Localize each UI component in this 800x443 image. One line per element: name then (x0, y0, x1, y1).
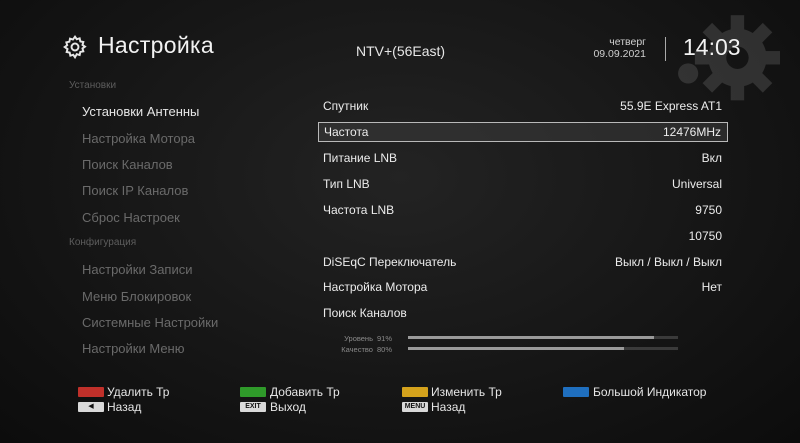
exit-label[interactable]: Выход (270, 400, 306, 414)
sidebar-item-system[interactable]: Системные Настройки (82, 315, 218, 330)
section-header-install: Установки (69, 80, 117, 91)
signal-quality-fill (408, 347, 624, 350)
header-divider (665, 37, 666, 61)
sidebar-item-recording[interactable]: Настройки Записи (82, 262, 193, 277)
signal-level-percent: 91% (376, 334, 392, 343)
edit-tp-label[interactable]: Изменить Тр (431, 385, 502, 399)
sidebar-item-channel-search[interactable]: Поиск Каналов (82, 157, 173, 172)
setting-label: Частота LNB (323, 203, 395, 217)
setting-value: 12476MHz (662, 125, 721, 139)
green-key-icon[interactable] (240, 387, 266, 397)
gear-icon (63, 35, 87, 60)
setting-row-motor[interactable]: Настройка Мотора Нет (318, 278, 728, 298)
setting-row-lnb-type[interactable]: Тип LNB Universal (318, 175, 728, 195)
section-header-config: Конфигурация (69, 237, 137, 248)
setting-value: 9750 (695, 203, 722, 217)
clock: 14:03 (683, 34, 741, 60)
setting-label: DiSEqC Переключатель (323, 255, 457, 269)
red-key-icon[interactable] (78, 387, 104, 397)
setting-label: Тип LNB (323, 177, 370, 191)
sidebar-item-antenna[interactable]: Установки Антенны (82, 104, 199, 119)
setting-value: 10750 (688, 229, 722, 243)
channel-name: NTV+(56East) (356, 43, 446, 59)
setting-label: Настройка Мотора (323, 280, 428, 294)
setting-row-diseqc[interactable]: DiSEqC Переключатель Выкл / Выкл / Выкл (318, 253, 728, 273)
setting-label: Питание LNB (323, 151, 398, 165)
setting-label: Поиск Каналов (323, 306, 407, 320)
sidebar-item-parental-lock[interactable]: Меню Блокировок (82, 289, 191, 304)
menu-back-label[interactable]: Назад (431, 400, 465, 414)
setting-row-lnb-frequency-high[interactable]: 10750 (318, 227, 728, 247)
blue-key-icon[interactable] (563, 387, 589, 397)
sidebar-item-motor[interactable]: Настройка Мотора (82, 131, 195, 146)
menu-key-icon[interactable]: MENU (402, 402, 428, 412)
setting-value: 55.9E Express AT1 (620, 99, 722, 113)
add-tp-label[interactable]: Добавить Тр (270, 385, 340, 399)
sidebar-item-ip-search[interactable]: Поиск IP Каналов (82, 183, 188, 198)
back-label[interactable]: Назад (107, 400, 141, 414)
page-title: Настройка (98, 32, 214, 58)
signal-quality-label: Качество 80% (300, 345, 392, 354)
signal-level-label: Уровень 91% (300, 334, 392, 343)
back-arrow-icon[interactable]: ◀ (78, 402, 104, 412)
signal-quality-bar (408, 347, 678, 350)
setting-label: Спутник (323, 99, 369, 113)
setting-row-frequency[interactable]: Частота 12476MHz (318, 122, 728, 142)
setting-value: Вкл (701, 151, 722, 165)
signal-level-bar (408, 336, 678, 339)
sidebar-item-reset[interactable]: Сброс Настроек (82, 210, 180, 225)
big-indicator-label[interactable]: Большой Индикатор (593, 385, 706, 399)
setting-row-lnb-power[interactable]: Питание LNB Вкл (318, 149, 728, 169)
date: 09.09.2021 (593, 48, 646, 60)
setting-row-satellite[interactable]: Спутник 55.9E Express AT1 (318, 97, 728, 117)
weekday: четверг (609, 36, 646, 48)
setting-value: Universal (671, 177, 722, 191)
yellow-key-icon[interactable] (402, 387, 428, 397)
setting-label: Частота (324, 125, 369, 139)
exit-key-icon[interactable]: EXIT (240, 402, 266, 412)
setting-value: Нет (701, 280, 722, 294)
signal-level-text: Уровень (344, 334, 373, 343)
setting-row-lnb-frequency[interactable]: Частота LNB 9750 (318, 201, 728, 221)
signal-quality-percent: 80% (376, 345, 392, 354)
signal-level-fill (408, 336, 654, 339)
setting-row-channel-search[interactable]: Поиск Каналов (318, 304, 728, 324)
signal-quality-text: Качество (341, 345, 373, 354)
delete-tp-label[interactable]: Удалить Тр (107, 385, 169, 399)
sidebar-item-menu-settings[interactable]: Настройки Меню (82, 341, 185, 356)
setting-value: Выкл / Выкл / Выкл (614, 255, 722, 269)
